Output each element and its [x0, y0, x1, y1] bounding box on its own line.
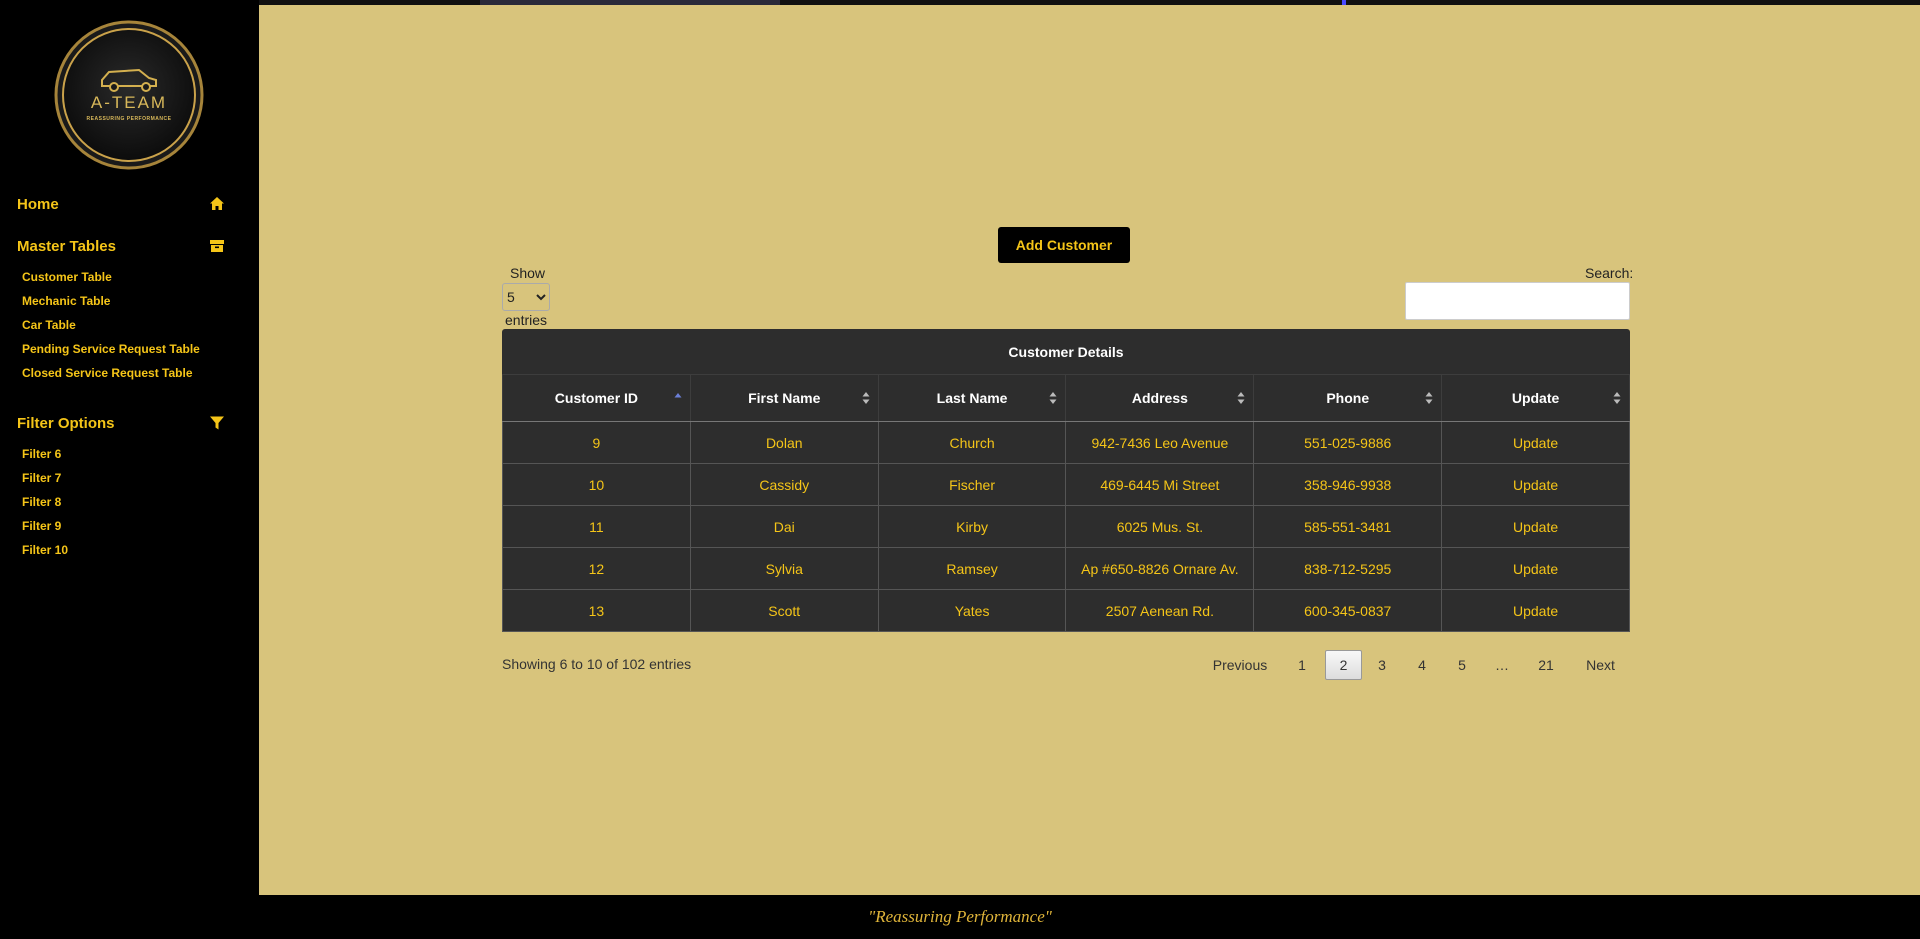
entries-label: entries: [505, 312, 548, 328]
sidebar-item-filter-9[interactable]: Filter 9: [22, 519, 61, 533]
add-customer-button[interactable]: Add Customer: [998, 227, 1130, 263]
cell-last-name: Fischer: [877, 463, 1067, 506]
cell-customer-id: 13: [502, 589, 691, 632]
sidebar-item-pending-service-request-table[interactable]: Pending Service Request Table: [22, 342, 200, 356]
update-link[interactable]: Update: [1441, 547, 1630, 590]
sidebar-master-label: Master Tables: [17, 238, 116, 255]
column-header-address[interactable]: Address: [1065, 374, 1255, 422]
sidebar-item-master-tables[interactable]: Master Tables: [17, 238, 242, 255]
sidebar-item-closed-service-request-table[interactable]: Closed Service Request Table: [22, 366, 193, 380]
table-caption: Customer Details: [502, 329, 1630, 374]
sidebar-item-filter-options[interactable]: Filter Options: [17, 415, 242, 432]
column-header-update[interactable]: Update: [1441, 374, 1630, 422]
cell-first-name: Sylvia: [689, 547, 879, 590]
sort-both-icon: [1425, 392, 1433, 404]
column-header-label: Phone: [1326, 390, 1370, 406]
pagination-page[interactable]: 21: [1528, 650, 1564, 680]
update-link[interactable]: Update: [1441, 463, 1630, 506]
cell-customer-id: 12: [502, 547, 691, 590]
logo[interactable]: A-TEAM REASSURING PERFORMANCE: [54, 20, 204, 170]
table-row: 13 Scott Yates 2507 Aenean Rd. 600-345-0…: [502, 589, 1630, 632]
show-label: Show: [510, 265, 546, 281]
cell-address: 2507 Aenean Rd.: [1065, 589, 1255, 632]
table-info: Showing 6 to 10 of 102 entries: [502, 656, 692, 672]
table-row: 9 Dolan Church 942-7436 Leo Avenue 551-0…: [502, 421, 1630, 464]
logo-tagline: REASSURING PERFORMANCE: [86, 116, 172, 122]
column-header-label: Customer ID: [554, 390, 639, 406]
cell-phone: 600-345-0837: [1253, 589, 1443, 632]
column-header-phone[interactable]: Phone: [1253, 374, 1443, 422]
sidebar-item-filter-6[interactable]: Filter 6: [22, 447, 61, 461]
cell-first-name: Scott: [689, 589, 879, 632]
sidebar-item-customer-table[interactable]: Customer Table: [22, 270, 112, 284]
archive-icon: [210, 240, 224, 252]
footer-tagline: "Reassuring Performance": [868, 907, 1052, 926]
sort-ascending-icon: [674, 393, 682, 398]
sidebar-item-filter-7[interactable]: Filter 7: [22, 471, 61, 485]
sort-both-icon: [1049, 392, 1057, 404]
pagination-page[interactable]: 4: [1406, 650, 1438, 680]
cell-last-name: Yates: [877, 589, 1067, 632]
cell-customer-id: 10: [502, 463, 691, 506]
table-header-row: Customer ID First Name Last Name Address…: [502, 374, 1630, 422]
sidebar-item-home[interactable]: Home: [17, 196, 242, 213]
cell-phone: 358-946-9938: [1253, 463, 1443, 506]
cell-address: 942-7436 Leo Avenue: [1065, 421, 1255, 464]
pagination-page[interactable]: 3: [1366, 650, 1398, 680]
table-row: 10 Cassidy Fischer 469-6445 Mi Street 35…: [502, 463, 1630, 506]
sidebar-item-mechanic-table[interactable]: Mechanic Table: [22, 294, 110, 308]
cell-last-name: Church: [877, 421, 1067, 464]
column-header-label: Last Name: [936, 390, 1008, 406]
cell-customer-id: 11: [502, 505, 691, 548]
sort-both-icon: [1237, 392, 1245, 404]
update-link[interactable]: Update: [1441, 505, 1630, 548]
cell-address: 6025 Mus. St.: [1065, 505, 1255, 548]
customer-data-table: Customer ID First Name Last Name Address…: [502, 374, 1630, 632]
sidebar-item-car-table[interactable]: Car Table: [22, 318, 76, 332]
cell-phone: 551-025-9886: [1253, 421, 1443, 464]
pagination-page-current[interactable]: 2: [1325, 650, 1362, 680]
column-header-first-name[interactable]: First Name: [689, 374, 879, 422]
customer-table: Customer Details Customer ID First Name …: [502, 329, 1630, 632]
sidebar-item-filter-8[interactable]: Filter 8: [22, 495, 61, 509]
cell-last-name: Ramsey: [877, 547, 1067, 590]
cell-first-name: Dai: [689, 505, 879, 548]
pagination-previous[interactable]: Previous: [1205, 650, 1275, 680]
column-header-customer-id[interactable]: Customer ID: [502, 374, 691, 422]
update-link[interactable]: Update: [1441, 421, 1630, 464]
search-input[interactable]: [1405, 282, 1630, 320]
home-icon: [210, 197, 224, 210]
column-header-label: Update: [1511, 390, 1560, 406]
cell-last-name: Kirby: [877, 505, 1067, 548]
update-link[interactable]: Update: [1441, 589, 1630, 632]
logo-text: A-TEAM: [90, 93, 168, 112]
sidebar-home-label: Home: [17, 196, 59, 213]
cell-address: 469-6445 Mi Street: [1065, 463, 1255, 506]
sidebar-filter-label: Filter Options: [17, 415, 115, 432]
search-label: Search:: [1585, 265, 1634, 281]
sidebar: A-TEAM REASSURING PERFORMANCE Home Maste…: [0, 0, 259, 895]
sort-both-icon: [862, 392, 870, 404]
pagination-page[interactable]: 5: [1446, 650, 1478, 680]
entries-per-page-select[interactable]: 5: [502, 283, 550, 311]
table-row: 11 Dai Kirby 6025 Mus. St. 585-551-3481 …: [502, 505, 1630, 548]
column-header-label: First Name: [748, 390, 821, 406]
cell-phone: 838-712-5295: [1253, 547, 1443, 590]
sort-both-icon: [1613, 392, 1621, 404]
filter-icon: [210, 416, 224, 430]
pagination-page[interactable]: 1: [1286, 650, 1318, 680]
pagination-ellipsis: …: [1495, 657, 1509, 673]
cell-customer-id: 9: [502, 421, 691, 464]
cell-first-name: Dolan: [689, 421, 879, 464]
pagination-next[interactable]: Next: [1573, 650, 1628, 680]
cell-phone: 585-551-3481: [1253, 505, 1443, 548]
footer: "Reassuring Performance": [259, 895, 1920, 939]
sidebar-item-filter-10[interactable]: Filter 10: [22, 543, 68, 557]
cell-address: Ap #650-8826 Ornare Av.: [1065, 547, 1255, 590]
table-row: 12 Sylvia Ramsey Ap #650-8826 Ornare Av.…: [502, 547, 1630, 590]
cell-first-name: Cassidy: [689, 463, 879, 506]
column-header-label: Address: [1131, 390, 1188, 406]
column-header-last-name[interactable]: Last Name: [877, 374, 1067, 422]
